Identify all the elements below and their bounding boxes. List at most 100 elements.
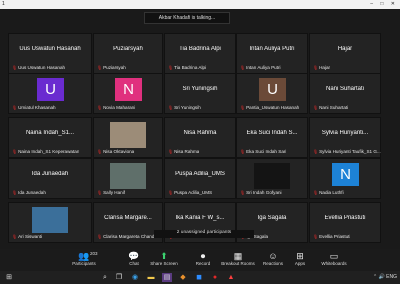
app-icon[interactable]: ▤ [162,273,172,282]
toolbar-button-record[interactable]: ⏺ Record [183,251,223,266]
breakout-rooms-icon: ▦ [233,251,243,261]
toolbar-button-whiteboards[interactable]: ▭ Whiteboards [314,251,354,266]
participant-label: 🎙Sally Hanif [97,190,125,195]
meeting-toolbar: 👥 203 Participants 💬 Chat ⬆ Share Screen ⏺ Recor… [0,249,400,271]
toolbar-label: Participants [72,261,96,266]
participant-tile[interactable]: Sylvia Huriyanti... 🎙Sylvia Huriyanti Tau… [309,117,381,158]
participant-tile[interactable]: U 🎙Pantia_Uswatun Hasanah [236,73,308,114]
participant-tile[interactable]: 🎙Sri Indah Gofyani [236,158,308,199]
participant-name: Nisa Oktaviona [103,149,135,154]
participant-name-display: Puspa Adilia_UMS [175,171,225,177]
mic-muted-icon: 🎙 [97,149,103,154]
app-icon-2[interactable]: ◆ [178,273,188,282]
participant-tile[interactable]: Evellia Priastuti 🎙Evellia Priastuti [309,202,381,243]
participant-name: Hajar [319,65,331,70]
participant-tile[interactable]: 🎙Ari Siswanti [8,202,92,243]
mic-muted-icon: 🎙 [240,190,246,195]
participant-name-display: Intan Auliya Putri [249,46,295,52]
participant-count-badge: 203 [90,251,98,256]
windows-start-icon[interactable]: ⊞ [4,273,14,282]
mic-muted-icon: 🎙 [168,65,174,70]
toolbar-button-share-screen[interactable]: ⬆ Share Screen [144,251,184,266]
mic-muted-icon: 🎙 [240,65,246,70]
participant-avatar: U [37,78,64,101]
participant-label: 🎙Ari Siswanti [12,234,42,239]
participant-tile[interactable]: Clarisa Margare... 🎙Clarisa Margareta Cha… [93,202,163,243]
participant-label: 🎙Nani Suhartati [313,105,348,110]
file-explorer-icon[interactable]: ▬ [146,273,156,282]
zoom-icon[interactable]: ◼ [194,273,204,282]
participant-tile[interactable]: N 🎙Nadia Luthfi [309,158,381,199]
participant-name: Novia Maharani [103,105,136,110]
record-icon: ⏺ [200,251,206,261]
gallery-grid: Uus Uswatun Hasanah 🎙Uus Uswatun Hasanah P… [0,33,400,249]
participant-avatar: N [332,163,359,186]
participant-label: 🎙Uus Uswatun Hasanah [12,65,65,70]
participant-label: 🎙Intan Auliya Putri [240,65,281,70]
participant-tile[interactable]: Sri Yuningsih 🎙Sri Yuningsih [164,73,236,114]
mic-muted-icon: 🎙 [313,234,319,239]
participant-label: 🎙Nisa Rahma [168,149,199,154]
participant-label: 🎙Hajar [313,65,330,70]
participant-tile[interactable]: Ida Junaedah 🎙Ida Junaedah [8,158,92,199]
participant-name: Nadia Luthfi [319,190,344,195]
toolbar-label: Whiteboards [321,261,347,266]
participant-name: Sri Indah Gofyani [246,190,282,195]
participant-name-display: Evellia Priastuti [324,215,366,221]
participant-label: 🎙Sri Indah Gofyani [240,190,282,195]
mic-muted-icon: 🎙 [313,190,319,195]
edge-icon[interactable]: ◉ [130,273,140,282]
participant-name-display: Ika Kania F W_s... [175,215,225,221]
mic-muted-icon: 🎙 [97,105,103,110]
participant-label: 🎙Nadia Luthfi [313,190,344,195]
participant-tile[interactable]: Naina Indah_S1... 🎙Naina Indah_S1 Keperaw… [8,117,92,158]
participant-tile[interactable]: 🎙Nisa Oktaviona [93,117,163,158]
mic-muted-icon: 🎙 [12,105,18,110]
participant-label: 🎙Sylvia Huriyanti Taufik_S1 G... [313,149,381,154]
participant-name-display: Hajar [337,46,353,52]
participant-name: Puspa Adilia_UMS [174,190,213,195]
mic-muted-icon: 🎙 [313,105,319,110]
participant-video [110,122,146,148]
participant-tile[interactable]: Tia Badrina Alpi 🎙Tia Badrina Alpi [164,33,236,74]
participant-name-display: Clarisa Margare... [104,215,152,221]
mic-muted-icon: 🎙 [97,234,103,239]
participant-tile[interactable]: 🎙Sally Hanif [93,158,163,199]
system-tray[interactable]: ⌃ 🔊 ENG [373,274,397,280]
participant-label: 🎙Nisa Oktaviona [97,149,134,154]
participant-name: Pantia_Uswatun Hasanah [246,105,300,110]
app-icon-3[interactable]: ● [210,273,220,282]
search-icon[interactable]: ⌕ [100,273,110,282]
participant-tile[interactable]: Puspa Adilia_UMS 🎙Puspa Adilia_UMS [164,158,236,199]
participant-avatar: N [115,78,142,101]
participant-tile[interactable]: U 🎙Umiatul Khasanah [8,73,92,114]
participant-name: Puziarsyah [103,65,126,70]
participant-name: Nisa Rahma [174,149,200,154]
participant-tile[interactable]: Hajar 🎙Hajar [309,33,381,74]
participant-tile[interactable]: Nisa Rahma 🎙Nisa Rahma [164,117,236,158]
participant-name-display: Uus Uswatun Hasanah [19,46,81,52]
participant-name: Ari Siswanti [18,234,43,239]
participant-label: 🎙Clarisa Margareta Chandra [97,234,158,239]
toolbar-button-breakout-rooms[interactable]: ▦ Breakout Rooms [218,251,258,266]
participant-name: Tia Badrina Alpi [174,65,207,70]
share-screen-icon: ⬆ [160,251,168,261]
task-view-icon[interactable]: ❐ [114,273,124,282]
participant-label: 🎙Puziarsyah [97,65,126,70]
participant-tile[interactable]: Intan Auliya Putri 🎙Intan Auliya Putri [236,33,308,74]
participant-tile[interactable]: Puziarsyah 🎙Puziarsyah [93,33,163,74]
participant-label: 🎙Naina Indah_S1 Keperawatan [12,149,79,154]
app-icon-4[interactable]: ▲ [226,273,236,282]
participant-tile[interactable]: Nani Suhartati 🎙Nani Suhartati [309,73,381,114]
participant-video [32,207,68,233]
participant-tile[interactable]: Eka Suci Indah S... 🎙Eka Suci Indah Sari [236,117,308,158]
participant-tile[interactable]: N 🎙Novia Maharani [93,73,163,114]
toolbar-label: Share Screen [150,261,178,266]
window-controls[interactable]: – □ ✕ [370,1,398,7]
participant-tile[interactable]: Uus Uswatun Hasanah 🎙Uus Uswatun Hasanah [8,33,92,74]
toolbar-button-participants[interactable]: 👥 203 Participants [64,251,104,266]
participant-avatar: U [259,78,286,101]
active-speaker-banner: Akbar Khadafi is talking... [144,12,230,24]
participant-name-display: Eka Suci Indah S... [246,130,298,136]
toolbar-label: Breakout Rooms [221,261,255,266]
